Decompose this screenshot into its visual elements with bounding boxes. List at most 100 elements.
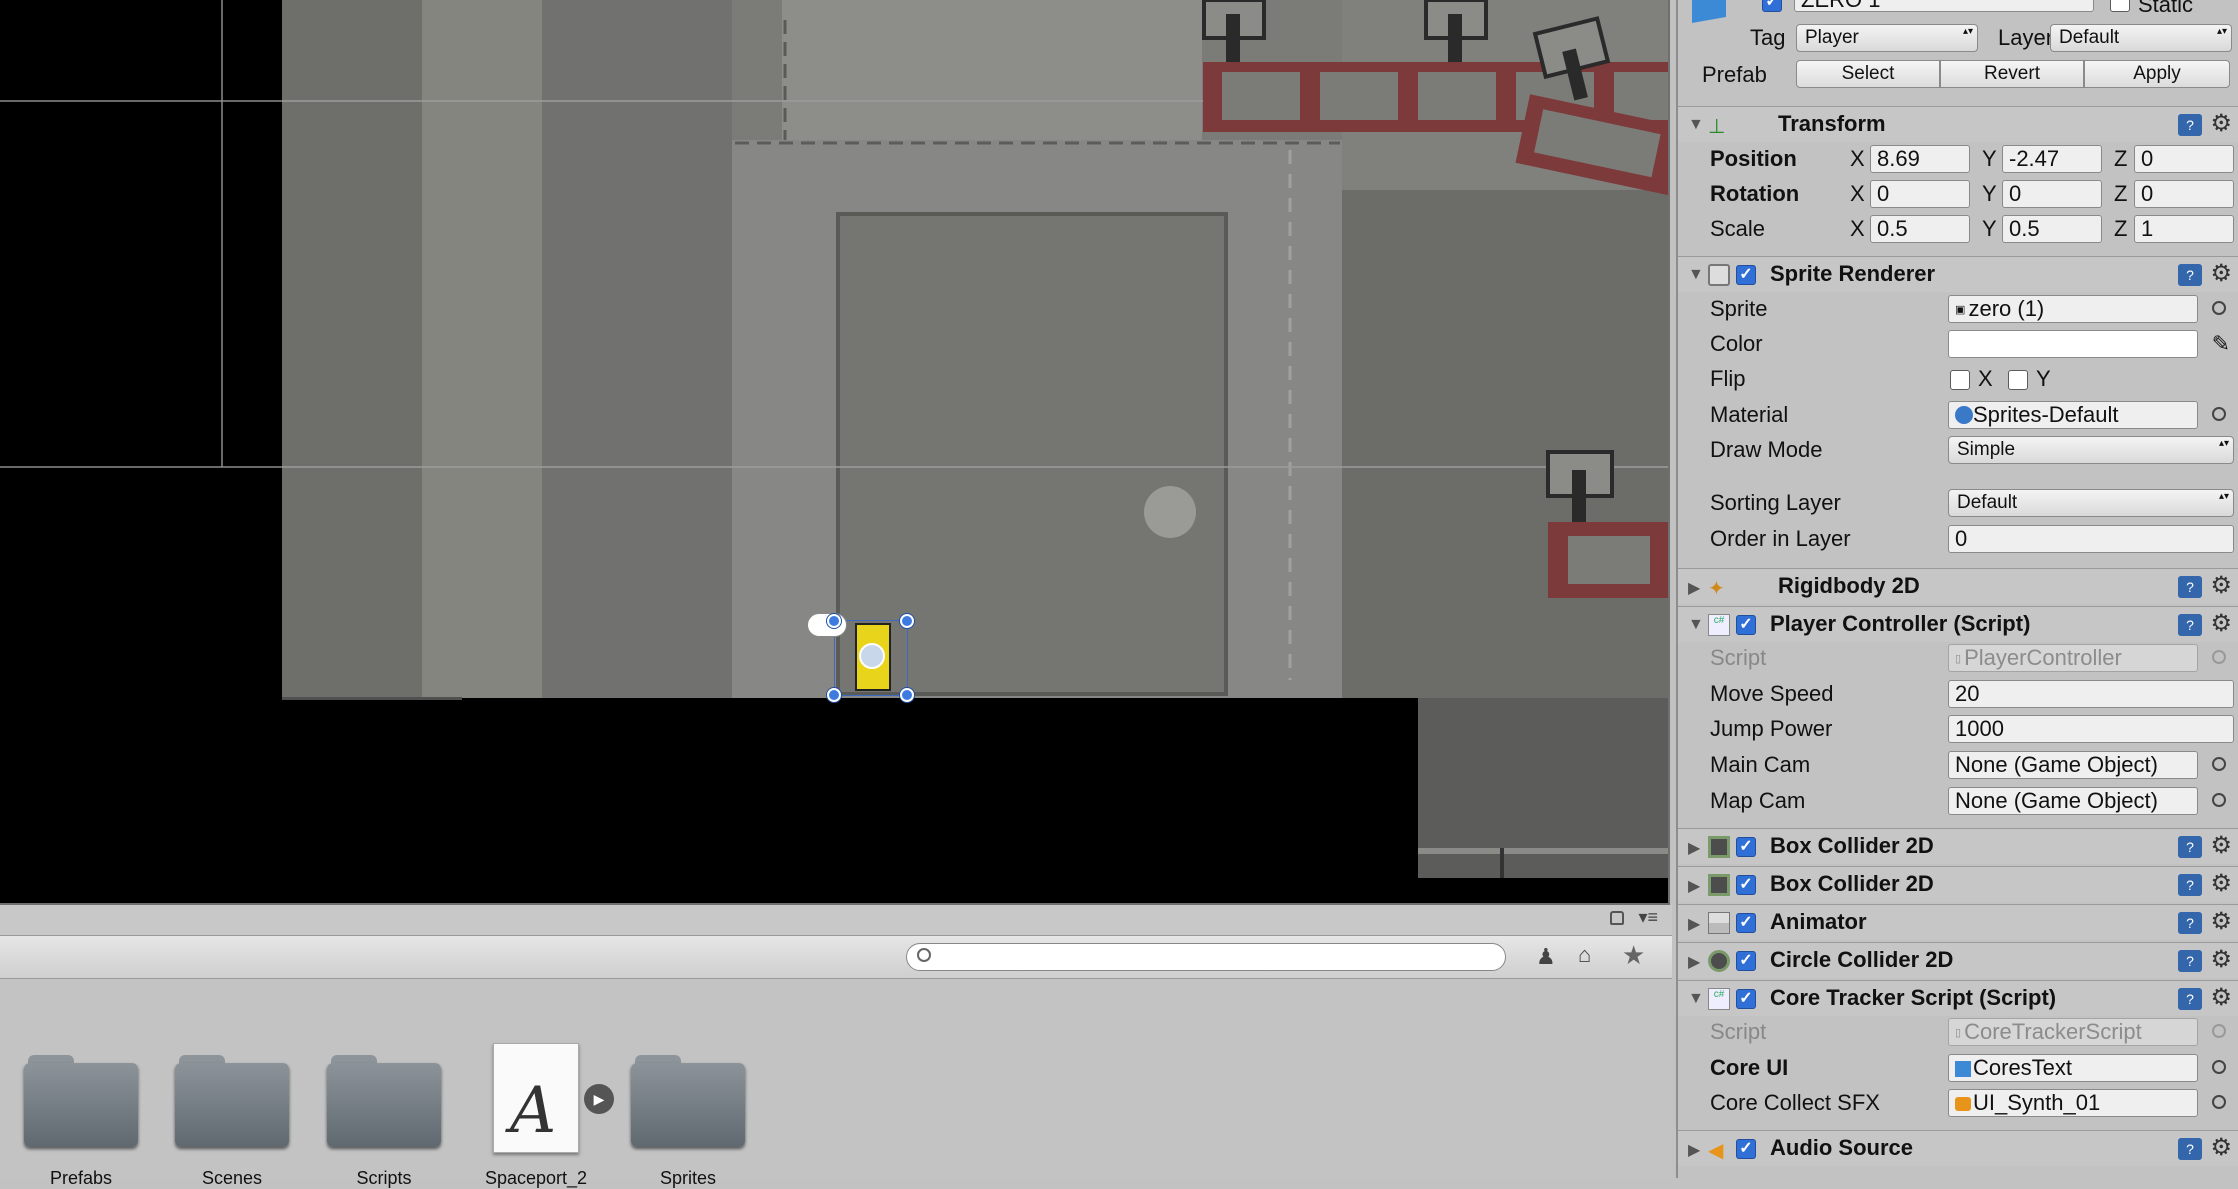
rotation-x-field[interactable]: 0	[1870, 180, 1970, 208]
audio-source-component-header[interactable]: ▶ ◀ ✓ Audio Source ? ⚙	[1678, 1130, 2238, 1166]
flip-y-checkbox[interactable]	[2008, 370, 2028, 390]
help-icon[interactable]: ?	[2178, 264, 2202, 286]
rotation-y-field[interactable]: 0	[2002, 180, 2102, 208]
help-icon[interactable]: ?	[2178, 912, 2202, 934]
object-picker-icon[interactable]	[2212, 1095, 2226, 1109]
enabled-checkbox[interactable]: ✓	[1736, 265, 1756, 285]
collapse-triangle-icon[interactable]: ▶	[1688, 1140, 1700, 1160]
selection-handle-icon[interactable]	[827, 614, 841, 628]
collapse-triangle-icon[interactable]: ▶	[1688, 914, 1700, 934]
color-swatch[interactable]	[1948, 330, 2198, 358]
enabled-checkbox[interactable]: ✓	[1736, 875, 1756, 895]
favorites-star-icon[interactable]: ★	[1622, 940, 1645, 971]
box-collider-2d-component-header[interactable]: ▶ ✓ Box Collider 2D ? ⚙	[1678, 828, 2238, 864]
rotation-z-field[interactable]: 0	[2134, 180, 2234, 208]
expand-triangle-icon[interactable]: ▼	[1688, 616, 1704, 634]
circle-collider-2d-component-header[interactable]: ▶ ✓ Circle Collider 2D ? ⚙	[1678, 942, 2238, 978]
draw-mode-dropdown[interactable]: Simple	[1948, 436, 2234, 464]
prefab-revert-button[interactable]: Revert	[1940, 60, 2084, 88]
position-y-field[interactable]: -2.47	[2002, 145, 2102, 173]
scale-x-field[interactable]: 0.5	[1870, 215, 1970, 243]
enabled-checkbox[interactable]: ✓	[1736, 913, 1756, 933]
folder-scenes[interactable]	[175, 1055, 289, 1147]
gear-icon[interactable]: ⚙	[2210, 259, 2232, 288]
flip-x-checkbox[interactable]	[1950, 370, 1970, 390]
scale-z-field[interactable]: 1	[2134, 215, 2234, 243]
eyedropper-icon[interactable]: ✎	[2212, 327, 2230, 361]
help-icon[interactable]: ?	[2178, 114, 2202, 136]
animator-component-header[interactable]: ▶ ✓ Animator ? ⚙	[1678, 904, 2238, 940]
move-speed-field[interactable]: 20	[1948, 680, 2234, 708]
box-collider-2d-component-header[interactable]: ▶ ✓ Box Collider 2D ? ⚙	[1678, 866, 2238, 902]
selection-handle-icon[interactable]	[900, 614, 914, 628]
folder-sprites[interactable]	[631, 1055, 745, 1147]
sprite-field[interactable]: ▣ zero (1)	[1948, 295, 2198, 323]
core-tracker-component-header[interactable]: ▼ c# ✓ Core Tracker Script (Script) ? ⚙	[1678, 980, 2238, 1016]
folder-prefabs[interactable]	[24, 1055, 138, 1147]
enabled-checkbox[interactable]: ✓	[1736, 951, 1756, 971]
enabled-checkbox[interactable]: ✓	[1736, 615, 1756, 635]
lock-icon[interactable]	[1610, 911, 1624, 925]
play-preview-icon[interactable]: ▶	[584, 1084, 614, 1114]
selection-handle-icon[interactable]	[827, 688, 841, 702]
help-icon[interactable]: ?	[2178, 836, 2202, 858]
layer-dropdown[interactable]: Default	[2050, 24, 2232, 52]
jump-power-field[interactable]: 1000	[1948, 715, 2234, 743]
tag-dropdown[interactable]: Player	[1796, 24, 1978, 52]
gear-icon[interactable]: ⚙	[2210, 831, 2232, 860]
gear-icon[interactable]: ⚙	[2210, 945, 2232, 974]
scene-view[interactable]	[0, 0, 1670, 905]
expand-triangle-icon[interactable]: ▼	[1688, 266, 1704, 284]
filter-by-type-icon[interactable]: ♟	[1536, 944, 1556, 970]
gear-icon[interactable]: ⚙	[2210, 907, 2232, 936]
core-ui-field[interactable]: CoresText	[1948, 1054, 2198, 1082]
help-icon[interactable]: ?	[2178, 988, 2202, 1010]
scale-y-field[interactable]: 0.5	[2002, 215, 2102, 243]
main-cam-field[interactable]: None (Game Object)	[1948, 751, 2198, 779]
object-picker-icon[interactable]	[2212, 407, 2226, 421]
object-picker-icon[interactable]	[2212, 793, 2226, 807]
selection-handle-icon[interactable]	[900, 688, 914, 702]
position-z-field[interactable]: 0	[2134, 145, 2234, 173]
font-asset-spaceport[interactable]: A	[493, 1043, 579, 1153]
sprite-renderer-component-header[interactable]: ▼ ✓ Sprite Renderer ? ⚙	[1678, 256, 2238, 292]
active-checkbox[interactable]: ✓	[1762, 0, 1782, 12]
object-picker-icon[interactable]	[2212, 301, 2226, 315]
player-sprite[interactable]	[807, 613, 908, 696]
help-icon[interactable]: ?	[2178, 576, 2202, 598]
static-checkbox[interactable]	[2110, 0, 2130, 12]
player-controller-component-header[interactable]: ▼ c# ✓ Player Controller (Script) ? ⚙	[1678, 606, 2238, 642]
object-picker-icon[interactable]	[2212, 1060, 2226, 1074]
material-field[interactable]: Sprites-Default	[1948, 401, 2198, 429]
collapse-triangle-icon[interactable]: ▶	[1688, 838, 1700, 858]
enabled-checkbox[interactable]: ✓	[1736, 1139, 1756, 1159]
transform-component-header[interactable]: ▼ ⊥ Transform ? ⚙	[1678, 106, 2238, 142]
collapse-triangle-icon[interactable]: ▶	[1688, 876, 1700, 896]
gear-icon[interactable]: ⚙	[2210, 869, 2232, 898]
collapse-triangle-icon[interactable]: ▶	[1688, 952, 1700, 972]
scene-canvas[interactable]	[0, 0, 1670, 905]
sorting-layer-dropdown[interactable]: Default	[1948, 489, 2234, 517]
panel-menu-icon[interactable]: ▾≡	[1638, 907, 1658, 928]
collapse-triangle-icon[interactable]: ▶	[1688, 578, 1700, 598]
gear-icon[interactable]: ⚙	[2210, 609, 2232, 638]
filter-by-label-icon[interactable]: ⌂	[1578, 942, 1591, 968]
object-picker-icon[interactable]	[2212, 757, 2226, 771]
expand-triangle-icon[interactable]: ▼	[1688, 116, 1704, 134]
help-icon[interactable]: ?	[2178, 950, 2202, 972]
map-cam-field[interactable]: None (Game Object)	[1948, 787, 2198, 815]
core-collect-sfx-field[interactable]: UI_Synth_01	[1948, 1089, 2198, 1117]
prefab-select-button[interactable]: Select	[1796, 60, 1940, 88]
gear-icon[interactable]: ⚙	[2210, 983, 2232, 1012]
help-icon[interactable]: ?	[2178, 874, 2202, 896]
help-icon[interactable]: ?	[2178, 1138, 2202, 1160]
expand-triangle-icon[interactable]: ▼	[1688, 990, 1704, 1008]
prefab-apply-button[interactable]: Apply	[2084, 60, 2230, 88]
search-input[interactable]	[906, 943, 1506, 971]
gear-icon[interactable]: ⚙	[2210, 1133, 2232, 1162]
position-x-field[interactable]: 8.69	[1870, 145, 1970, 173]
folder-scripts[interactable]	[327, 1055, 441, 1147]
order-in-layer-field[interactable]: 0	[1948, 525, 2234, 553]
gear-icon[interactable]: ⚙	[2210, 109, 2232, 138]
help-icon[interactable]: ?	[2178, 614, 2202, 636]
